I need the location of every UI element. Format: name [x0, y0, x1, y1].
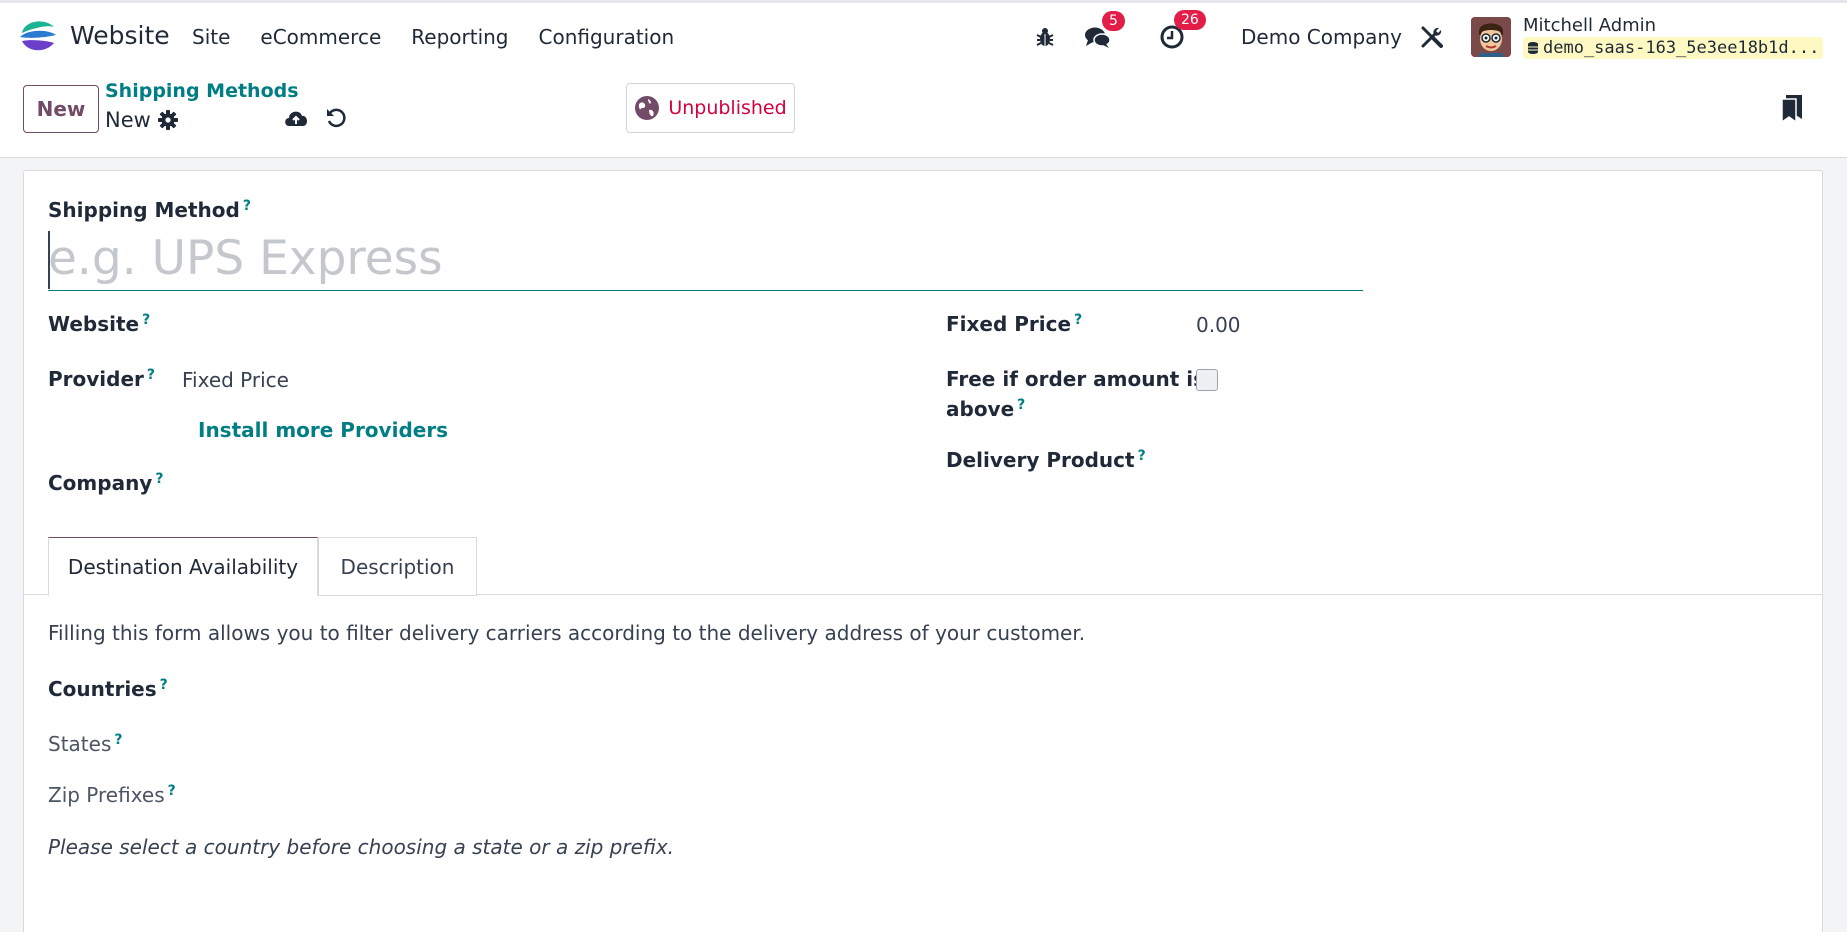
- gear-icon[interactable]: [158, 110, 178, 130]
- shipping-method-label: Shipping Method?: [48, 198, 251, 222]
- menu-ecommerce[interactable]: eCommerce: [260, 25, 381, 49]
- destination-intro-text: Filling this form allows you to filter d…: [48, 621, 1086, 645]
- undo-icon[interactable]: [325, 107, 347, 129]
- zip-prefixes-label: Zip Prefixes?: [48, 783, 176, 807]
- free-over-checkbox[interactable]: [1196, 369, 1218, 391]
- help-tooltip[interactable]: ?: [1074, 312, 1082, 328]
- menu-site[interactable]: Site: [192, 25, 230, 49]
- fixed-price-input[interactable]: 0.00: [1196, 313, 1241, 337]
- publish-status-label: Unpublished: [668, 97, 787, 119]
- website-app-logo-icon: [20, 21, 56, 51]
- database-name: demo_saas-163_5e3ee18b1d...: [1523, 37, 1824, 59]
- country-required-note: Please select a country before choosing …: [48, 835, 675, 859]
- help-tooltip[interactable]: ?: [147, 367, 155, 383]
- bug-icon: [1036, 28, 1054, 46]
- text-cursor: [48, 231, 50, 289]
- tools-icon: [1421, 26, 1443, 48]
- tab-destination-availability[interactable]: Destination Availability: [48, 537, 318, 596]
- tab-description[interactable]: Description: [318, 537, 477, 596]
- fixed-price-label: Fixed Price?: [946, 312, 1083, 336]
- breadcrumb-shipping-methods[interactable]: Shipping Methods: [105, 80, 299, 102]
- help-tooltip[interactable]: ?: [168, 783, 176, 799]
- user-name: Mitchell Admin: [1523, 15, 1657, 36]
- form-sheet: Shipping Method? Website? Provider? Fixe…: [23, 170, 1823, 932]
- debug-button[interactable]: [1034, 3, 1056, 71]
- help-tooltip[interactable]: ?: [1017, 397, 1025, 413]
- countries-label: Countries?: [48, 677, 168, 701]
- unpublished-toggle-button[interactable]: Unpublished: [626, 83, 795, 133]
- help-tooltip[interactable]: ?: [114, 732, 122, 748]
- database-name-text: demo_saas-163_5e3ee18b1d...: [1543, 38, 1820, 58]
- provider-select[interactable]: Fixed Price: [182, 368, 289, 392]
- company-label: Company?: [48, 471, 164, 495]
- help-tooltip[interactable]: ?: [155, 471, 163, 487]
- company-switcher[interactable]: Demo Company: [1241, 3, 1402, 71]
- breadcrumb-current-record: New: [105, 108, 151, 132]
- bookmarks-icon[interactable]: [1780, 93, 1804, 123]
- activities-button[interactable]: 26: [1159, 3, 1206, 71]
- app-brand[interactable]: Website: [18, 15, 170, 55]
- company-name: Demo Company: [1241, 25, 1402, 49]
- delivery-product-label: Delivery Product?: [946, 448, 1146, 472]
- install-more-providers-button[interactable]: Install more Providers: [198, 418, 448, 442]
- states-label: States?: [48, 732, 123, 756]
- app-name: Website: [70, 20, 170, 50]
- cloud-upload-icon[interactable]: [283, 108, 309, 128]
- user-menu[interactable]: Mitchell Admin demo_saas-163_5e3ee18b1d.…: [1471, 3, 1824, 71]
- new-record-button[interactable]: New: [23, 85, 99, 133]
- messages-button[interactable]: 5: [1084, 3, 1125, 71]
- help-tooltip[interactable]: ?: [243, 198, 251, 214]
- menu-configuration[interactable]: Configuration: [539, 25, 675, 49]
- settings-tools-button[interactable]: [1420, 3, 1444, 71]
- top-menu: Site eCommerce Reporting Configuration: [192, 25, 704, 49]
- main-navbar: Website Site eCommerce Reporting Configu…: [0, 3, 1847, 71]
- messages-count-badge: 5: [1102, 11, 1125, 31]
- notebook-tabs: Destination Availability Description: [24, 537, 1822, 596]
- menu-reporting[interactable]: Reporting: [411, 25, 508, 49]
- globe-icon: [635, 96, 660, 120]
- activities-count-badge: 26: [1174, 10, 1206, 30]
- avatar-face-icon: [1471, 17, 1511, 57]
- help-tooltip[interactable]: ?: [160, 677, 168, 693]
- website-label: Website?: [48, 312, 151, 336]
- user-avatar: [1471, 17, 1511, 57]
- control-panel: New Shipping Methods New Unpublished: [0, 71, 1847, 158]
- free-if-order-label-line2: above?: [946, 397, 1026, 421]
- shipping-method-name-input[interactable]: [48, 226, 1363, 291]
- help-tooltip[interactable]: ?: [1138, 448, 1146, 464]
- help-tooltip[interactable]: ?: [142, 312, 150, 328]
- provider-label: Provider?: [48, 367, 156, 391]
- database-icon: [1528, 42, 1538, 54]
- free-if-order-label-line1: Free if order amount is: [946, 367, 1206, 391]
